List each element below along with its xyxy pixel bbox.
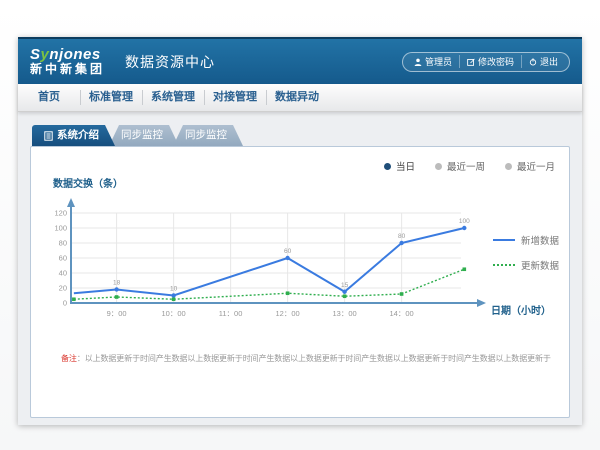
svg-text:80: 80	[398, 233, 406, 240]
tab-bar: 系统介绍 同步监控 同步监控	[32, 125, 570, 146]
document-icon	[44, 131, 53, 141]
radio-1[interactable]: 当日	[384, 159, 415, 173]
legend-item-1[interactable]: 新增数据	[493, 233, 559, 247]
legend-line-sample	[493, 262, 515, 268]
legend-label: 更新数据	[521, 258, 559, 272]
app-window: Synjones 新中新集团 数据资源中心 管理员 修改密码 退出 首页标	[18, 37, 582, 425]
svg-text:100: 100	[459, 218, 470, 225]
svg-text:10: 10	[170, 286, 178, 293]
app-title: 数据资源中心	[125, 52, 215, 72]
chart-panel: 当日 最近一周 最近一月 数据交换（条） 0 20 40 60 80 100 120 9：00 10…	[30, 146, 570, 418]
user-label: 管理员	[425, 55, 452, 68]
tab-1[interactable]: 系统介绍	[32, 125, 115, 146]
svg-text:80: 80	[59, 239, 67, 248]
svg-text:11：00: 11：00	[219, 309, 243, 318]
svg-text:9：00: 9：00	[107, 309, 127, 318]
svg-text:60: 60	[284, 248, 292, 255]
logout-button[interactable]: 退出	[521, 55, 565, 68]
nav-item-5[interactable]: 数据异动	[266, 84, 328, 111]
tab-label: 系统介绍	[57, 125, 99, 146]
main-nav: 首页标准管理系统管理对接管理数据异动	[18, 84, 582, 112]
legend-label: 新增数据	[521, 233, 559, 247]
tab-label: 同步监控	[121, 125, 163, 146]
radio-dot-icon	[435, 163, 442, 170]
footnote-text: ：以上数据更新于时间产生数据以上数据更新于时间产生数据以上数据更新于时间产生数据…	[77, 354, 551, 363]
svg-text:40: 40	[59, 269, 67, 278]
chart-x-axis-title: 日期（小时）	[491, 302, 551, 317]
power-icon	[529, 58, 537, 66]
svg-text:60: 60	[59, 254, 67, 263]
radio-2[interactable]: 最近一周	[435, 159, 485, 173]
line-chart: 0 20 40 60 80 100 120 9：00 10：00 11：00 12：00 13：00 1…	[41, 193, 497, 325]
svg-text:10：00: 10：00	[162, 309, 186, 318]
radio-label: 最近一周	[447, 159, 485, 173]
tab-3[interactable]: 同步监控	[173, 125, 243, 146]
radio-label: 当日	[396, 159, 415, 173]
logo: Synjones 新中新集团	[30, 47, 105, 75]
edit-icon	[467, 58, 475, 66]
nav-item-1[interactable]: 首页	[18, 84, 80, 111]
desktop-background: Synjones 新中新集团 数据资源中心 管理员 修改密码 退出 首页标	[0, 0, 600, 450]
logo-wordmark: Synjones	[30, 47, 105, 63]
nav-item-3[interactable]: 系统管理	[142, 84, 204, 111]
nav-item-2[interactable]: 标准管理	[80, 84, 142, 111]
change-password-button[interactable]: 修改密码	[459, 55, 521, 68]
tab-2[interactable]: 同步监控	[109, 125, 179, 146]
user-icon	[414, 58, 422, 66]
svg-text:12：00: 12：00	[276, 309, 300, 318]
change-password-label: 修改密码	[478, 55, 514, 68]
radio-dot-icon	[384, 163, 391, 170]
tab-label: 同步监控	[185, 125, 227, 146]
series-legend: 新增数据更新数据	[493, 233, 559, 272]
time-range-filter: 当日 最近一周 最近一月	[384, 159, 555, 173]
radio-label: 最近一月	[517, 159, 555, 173]
svg-text:13：00: 13：00	[333, 309, 357, 318]
legend-line-sample	[493, 237, 515, 243]
nav-item-4[interactable]: 对接管理	[204, 84, 266, 111]
user-toolbar: 管理员 修改密码 退出	[402, 52, 570, 72]
content-area: 系统介绍 同步监控 同步监控 当日 最近一周 最近一月 数据交换（条） 0 20 40 60 8…	[18, 112, 582, 418]
svg-text:15: 15	[341, 282, 349, 289]
legend-item-2[interactable]: 更新数据	[493, 258, 559, 272]
current-user-button[interactable]: 管理员	[407, 55, 459, 68]
footnote-prefix: 备注	[61, 354, 77, 363]
svg-text:20: 20	[59, 284, 67, 293]
svg-text:0: 0	[63, 299, 67, 308]
chart-y-axis-title: 数据交换（条）	[53, 175, 123, 190]
footnote: 备注：以上数据更新于时间产生数据以上数据更新于时间产生数据以上数据更新于时间产生…	[61, 353, 563, 364]
logo-company-name: 新中新集团	[30, 63, 105, 76]
radio-dot-icon	[505, 163, 512, 170]
logout-label: 退出	[540, 55, 558, 68]
svg-text:100: 100	[54, 224, 67, 233]
svg-text:120: 120	[54, 209, 67, 218]
svg-text:18: 18	[113, 280, 121, 287]
svg-text:14：00: 14：00	[390, 309, 414, 318]
app-header: Synjones 新中新集团 数据资源中心 管理员 修改密码 退出	[18, 37, 582, 84]
radio-3[interactable]: 最近一月	[505, 159, 555, 173]
